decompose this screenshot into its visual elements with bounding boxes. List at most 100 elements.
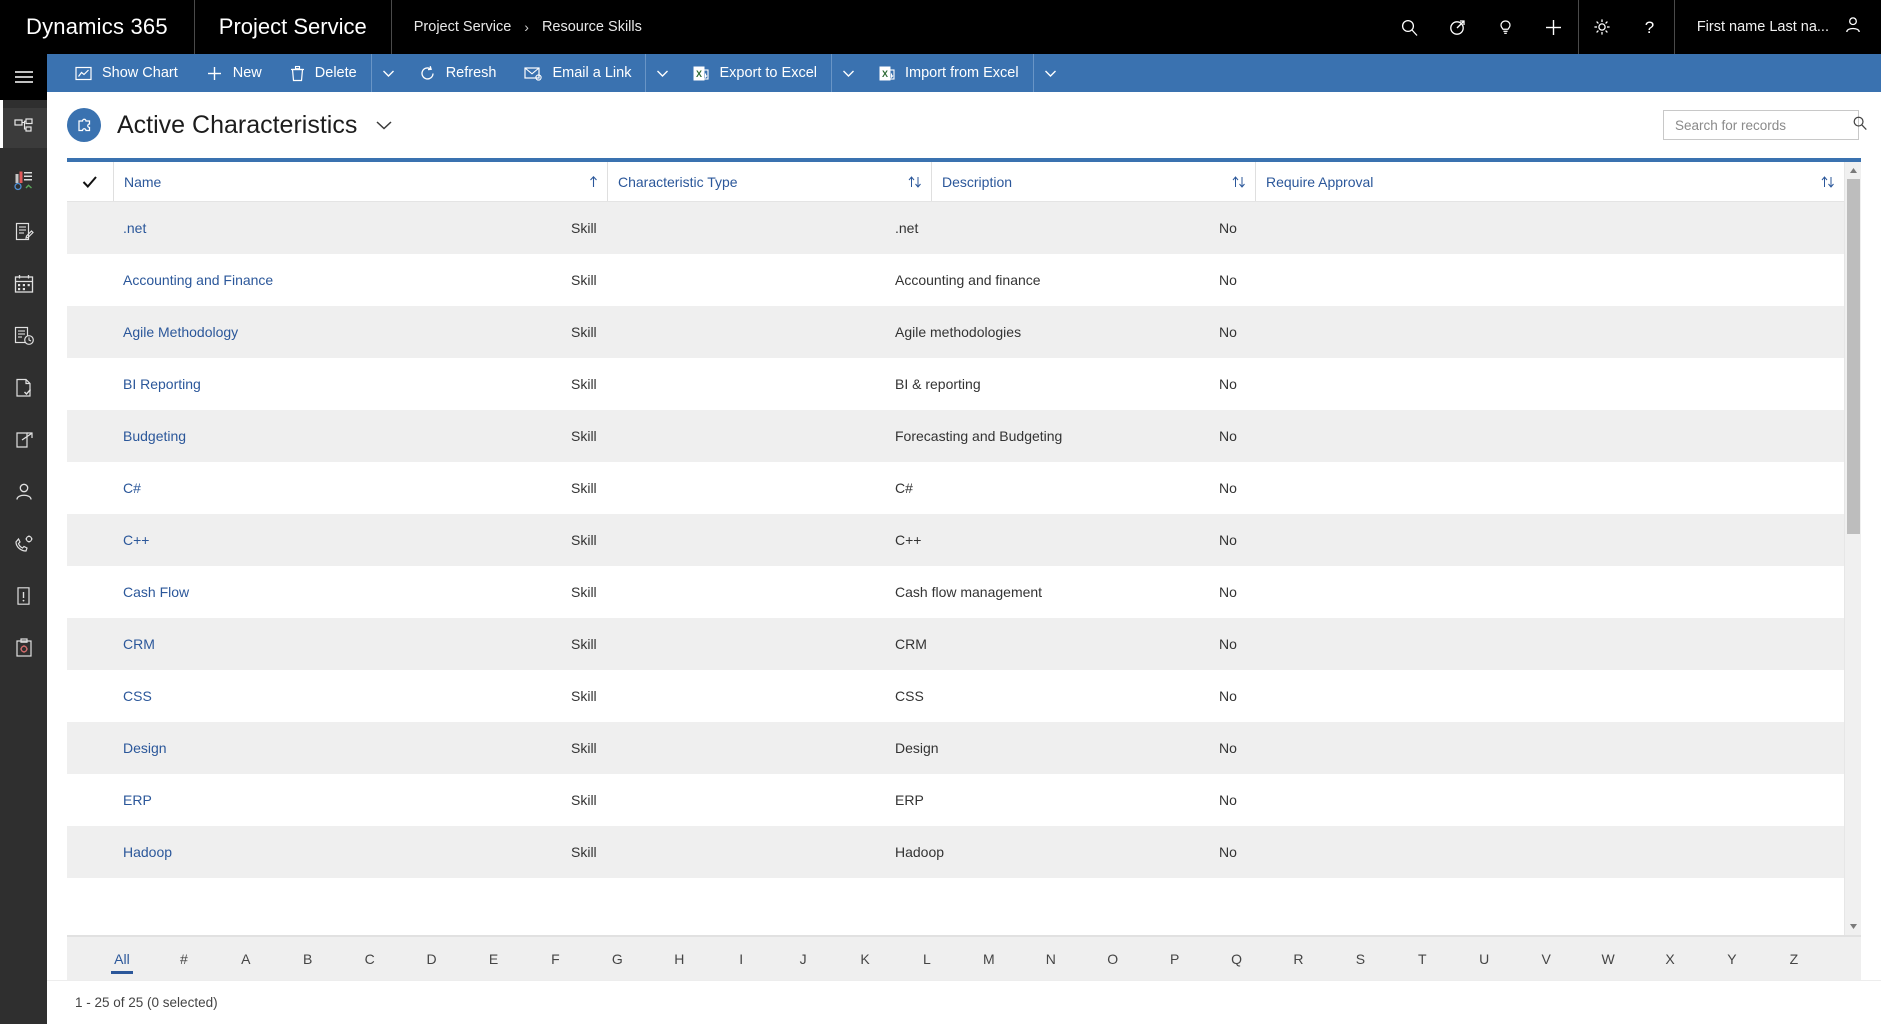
column-header-require-approval[interactable]: Require Approval xyxy=(1255,162,1844,201)
table-row[interactable]: CRMSkillCRMNo xyxy=(67,618,1844,670)
scrollbar-track[interactable] xyxy=(1845,179,1862,918)
sidebar-item-activities[interactable] xyxy=(0,212,47,252)
alpha-index-t[interactable]: T xyxy=(1391,947,1453,971)
record-link[interactable]: C++ xyxy=(123,532,149,548)
gear-icon[interactable] xyxy=(1578,0,1626,54)
table-row[interactable]: Accounting and FinanceSkillAccounting an… xyxy=(67,254,1844,306)
table-row[interactable]: HadoopSkillHadoopNo xyxy=(67,826,1844,878)
table-row[interactable]: ERPSkillERPNo xyxy=(67,774,1844,826)
sidebar-item-alert-document[interactable] xyxy=(0,576,47,616)
table-row[interactable]: Agile MethodologySkillAgile methodologie… xyxy=(67,306,1844,358)
sidebar-item-phone-settings[interactable] xyxy=(0,524,47,564)
alpha-index-s[interactable]: S xyxy=(1329,947,1391,971)
alpha-index-q[interactable]: Q xyxy=(1206,947,1268,971)
delete-button[interactable]: Delete xyxy=(276,54,371,92)
select-all-checkbox[interactable] xyxy=(67,175,113,189)
table-row[interactable]: DesignSkillDesignNo xyxy=(67,722,1844,774)
table-row[interactable]: CSSSkillCSSNo xyxy=(67,670,1844,722)
grid-vertical-scrollbar[interactable] xyxy=(1844,162,1861,935)
sidebar-item-dashboard[interactable] xyxy=(0,160,47,200)
lightbulb-icon[interactable] xyxy=(1482,0,1530,54)
alpha-index-v[interactable]: V xyxy=(1515,947,1577,971)
plus-icon[interactable] xyxy=(1530,0,1578,54)
alpha-index-k[interactable]: K xyxy=(834,947,896,971)
scroll-up-arrow-icon[interactable] xyxy=(1849,162,1858,179)
breadcrumb-item-0[interactable]: Project Service xyxy=(414,19,512,35)
alpha-index-x[interactable]: X xyxy=(1639,947,1701,971)
alpha-index-h[interactable]: H xyxy=(648,947,710,971)
alpha-index-m[interactable]: M xyxy=(958,947,1020,971)
column-header-description[interactable]: Description xyxy=(931,162,1255,201)
search-input[interactable] xyxy=(1675,118,1852,133)
refresh-button[interactable]: Refresh xyxy=(405,54,511,92)
table-row[interactable]: C#SkillC#No xyxy=(67,462,1844,514)
alpha-index-e[interactable]: E xyxy=(463,947,525,971)
column-header-name[interactable]: Name xyxy=(113,162,607,201)
brand-dynamics365[interactable]: Dynamics 365 xyxy=(0,0,195,54)
sidebar-item-document-check[interactable] xyxy=(0,368,47,408)
record-link[interactable]: CRM xyxy=(123,636,155,652)
help-icon[interactable]: ? xyxy=(1626,0,1674,54)
alpha-index-all[interactable]: All xyxy=(91,947,153,971)
alpha-index-b[interactable]: B xyxy=(277,947,339,971)
sidebar-item-reports[interactable] xyxy=(0,316,47,356)
record-link[interactable]: BI Reporting xyxy=(123,376,201,392)
record-link[interactable]: Agile Methodology xyxy=(123,324,238,340)
alpha-index-f[interactable]: F xyxy=(524,947,586,971)
alpha-index-o[interactable]: O xyxy=(1082,947,1144,971)
table-row[interactable]: .netSkill.netNo xyxy=(67,202,1844,254)
sidebar-item-export[interactable] xyxy=(0,420,47,460)
search-box[interactable] xyxy=(1663,110,1859,140)
app-name-project-service[interactable]: Project Service xyxy=(195,0,392,54)
alpha-index-d[interactable]: D xyxy=(401,947,463,971)
alpha-index-j[interactable]: J xyxy=(772,947,834,971)
search-icon[interactable] xyxy=(1386,0,1434,54)
breadcrumb-item-1[interactable]: Resource Skills xyxy=(542,19,642,35)
user-account[interactable]: First name Last na... xyxy=(1674,0,1881,54)
column-header-characteristic-type[interactable]: Characteristic Type xyxy=(607,162,931,201)
alpha-index-y[interactable]: Y xyxy=(1701,947,1763,971)
new-button[interactable]: New xyxy=(192,54,276,92)
alpha-index-n[interactable]: N xyxy=(1020,947,1082,971)
scrollbar-thumb[interactable] xyxy=(1847,179,1860,534)
email-dropdown-caret[interactable] xyxy=(645,54,679,92)
assistant-icon[interactable] xyxy=(1434,0,1482,54)
record-link[interactable]: Design xyxy=(123,740,167,756)
export-dropdown-caret[interactable] xyxy=(831,54,865,92)
alpha-index-l[interactable]: L xyxy=(896,947,958,971)
record-link[interactable]: Budgeting xyxy=(123,428,186,444)
alpha-index-z[interactable]: Z xyxy=(1763,947,1825,971)
sidebar-item-person[interactable] xyxy=(0,472,47,512)
export-to-excel-button[interactable]: X Export to Excel xyxy=(679,54,831,92)
alpha-index-u[interactable]: U xyxy=(1453,947,1515,971)
chevron-down-icon[interactable] xyxy=(375,119,393,131)
scroll-down-arrow-icon[interactable] xyxy=(1849,918,1858,935)
record-link[interactable]: Hadoop xyxy=(123,844,172,860)
table-row[interactable]: BI ReportingSkillBI & reportingNo xyxy=(67,358,1844,410)
delete-dropdown-caret[interactable] xyxy=(371,54,405,92)
hamburger-menu-icon[interactable] xyxy=(0,54,47,100)
record-link[interactable]: CSS xyxy=(123,688,152,704)
table-row[interactable]: BudgetingSkillForecasting and BudgetingN… xyxy=(67,410,1844,462)
record-link[interactable]: Cash Flow xyxy=(123,584,189,600)
record-link[interactable]: C# xyxy=(123,480,141,496)
record-link[interactable]: .net xyxy=(123,220,146,236)
alpha-index-a[interactable]: A xyxy=(215,947,277,971)
alpha-index-c[interactable]: C xyxy=(339,947,401,971)
import-from-excel-button[interactable]: X Import from Excel xyxy=(865,54,1033,92)
alpha-index-i[interactable]: I xyxy=(710,947,772,971)
import-dropdown-caret[interactable] xyxy=(1033,54,1067,92)
sidebar-item-calendar[interactable] xyxy=(0,264,47,304)
alpha-index-p[interactable]: P xyxy=(1144,947,1206,971)
table-row[interactable]: Cash FlowSkillCash flow managementNo xyxy=(67,566,1844,618)
alpha-index-g[interactable]: G xyxy=(586,947,648,971)
record-link[interactable]: Accounting and Finance xyxy=(123,272,273,288)
email-a-link-button[interactable]: Email a Link xyxy=(510,54,645,92)
sidebar-item-clipboard-settings[interactable] xyxy=(0,628,47,668)
table-row[interactable]: C++SkillC++No xyxy=(67,514,1844,566)
sidebar-item-sitemap[interactable] xyxy=(0,108,47,148)
alpha-index-w[interactable]: W xyxy=(1577,947,1639,971)
search-icon[interactable] xyxy=(1852,115,1868,136)
show-chart-button[interactable]: Show Chart xyxy=(61,54,192,92)
alpha-index-#[interactable]: # xyxy=(153,947,215,971)
